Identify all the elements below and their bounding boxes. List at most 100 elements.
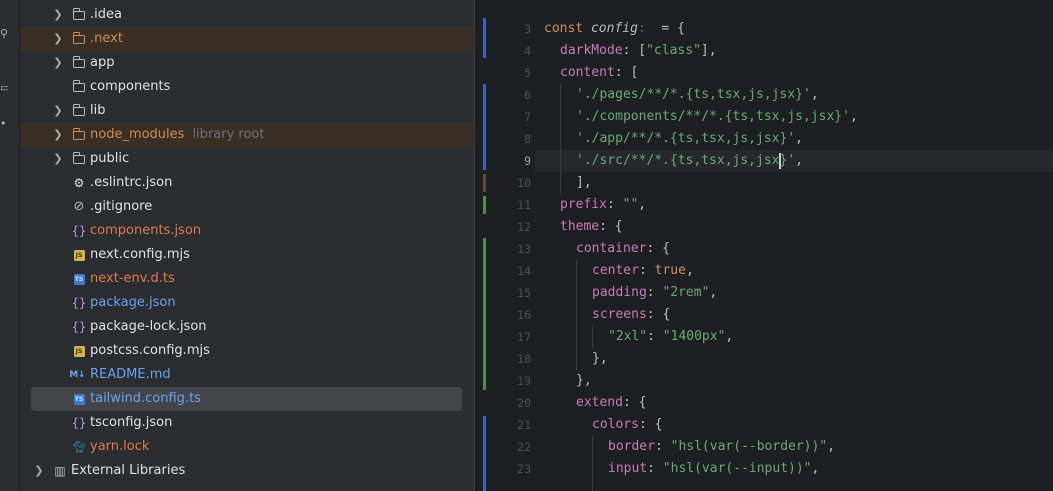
- tree-item-public[interactable]: ❯ public: [20, 147, 474, 171]
- line-number: 12: [517, 220, 531, 234]
- tree-item-label: tailwind.config.ts: [90, 391, 201, 406]
- tree-item-label: package.json: [90, 295, 176, 310]
- tree-item-label-group: node_modules library root: [90, 123, 264, 147]
- line-number: 9: [524, 154, 531, 168]
- line-number: 3: [524, 22, 531, 36]
- tree-item-label: README.md: [90, 367, 171, 382]
- line-number: 7: [524, 110, 531, 124]
- chevron-right-icon[interactable]: ❯: [51, 27, 65, 51]
- line-number: 4: [524, 44, 531, 58]
- code-line-current: './src/**/*.{ts,tsx,js,jsx}',: [576, 152, 803, 169]
- tree-item-label: tsconfig.json: [90, 415, 173, 430]
- line-number: 22: [517, 440, 531, 454]
- code-line: theme: {: [560, 219, 623, 234]
- structure-icon[interactable]: ▭: [0, 82, 8, 94]
- markdown-icon: M↓: [69, 370, 85, 380]
- tree-item-label: package-lock.json: [90, 319, 207, 334]
- line-number: 20: [517, 396, 531, 410]
- folder-icon: [72, 123, 86, 147]
- tree-item-node-modules[interactable]: ❯ node_modules library root: [20, 123, 474, 147]
- tree-item-label: yarn.lock: [90, 439, 150, 454]
- line-number: 19: [517, 374, 531, 388]
- code-line: container: {: [576, 241, 670, 256]
- tree-item-postcss-config[interactable]: JS postcss.config.mjs: [20, 339, 474, 363]
- tree-item-external-libraries[interactable]: ❯ ▥ External Libraries: [20, 459, 474, 483]
- tree-item-readme[interactable]: M↓ README.md: [20, 363, 474, 387]
- code-line: prefix: "",: [560, 197, 647, 212]
- tree-item-label: components.json: [90, 223, 202, 238]
- tree-item-components-json[interactable]: {} components.json: [20, 219, 474, 243]
- line-number: 17: [517, 330, 531, 344]
- line-number: 18: [517, 352, 531, 366]
- line-number: 11: [517, 198, 531, 212]
- tree-item-next[interactable]: ❯ .next: [20, 27, 474, 51]
- tree-item-tsconfig[interactable]: {} tsconfig.json: [20, 411, 474, 435]
- tree-item-package-json[interactable]: {} package.json: [20, 291, 474, 315]
- tree-item-next-env[interactable]: TS next-env.d.ts: [20, 267, 474, 291]
- tree-item-app[interactable]: ❯ app: [20, 51, 474, 75]
- tree-item-label: .gitignore: [90, 199, 153, 214]
- line-number: 14: [517, 264, 531, 278]
- chevron-right-icon[interactable]: ❯: [32, 459, 46, 483]
- line-number: 21: [517, 418, 531, 432]
- tree-item-idea[interactable]: ❯ .idea: [20, 3, 474, 27]
- tree-item-label: lib: [90, 103, 106, 118]
- chevron-right-icon[interactable]: ❯: [51, 99, 65, 123]
- line-number: 8: [524, 132, 531, 146]
- code-editor[interactable]: 3 4 5 6 7 8 9 10 11 12 13 14 15 16 17 18…: [475, 0, 1053, 491]
- code-line: padding: "2rem",: [592, 285, 718, 300]
- commit-icon[interactable]: ⚲: [0, 28, 8, 40]
- code-line: extend: {: [576, 395, 647, 410]
- tree-item-label: postcss.config.mjs: [90, 343, 210, 358]
- code-line: screens: {: [592, 307, 671, 322]
- tree-item-eslintrc[interactable]: ⚙ .eslintrc.json: [20, 171, 474, 195]
- line-number: 6: [524, 88, 531, 102]
- ts-file-icon: TS: [73, 393, 85, 405]
- tree-item-label: External Libraries: [71, 463, 186, 478]
- chevron-right-icon[interactable]: ❯: [51, 123, 65, 147]
- js-file-icon: JS: [72, 243, 86, 267]
- tree-item-label: next.config.mjs: [90, 247, 190, 262]
- tree-item-lib[interactable]: ❯ lib: [20, 99, 474, 123]
- json-icon: {}: [71, 320, 87, 334]
- tree-item-label: next-env.d.ts: [90, 271, 175, 286]
- gitignore-icon: ⊘: [73, 199, 85, 214]
- tree-item-package-lock[interactable]: {} package-lock.json: [20, 315, 474, 339]
- code-line: const config: = {: [544, 21, 685, 36]
- line-number: 10: [517, 176, 531, 190]
- chevron-right-icon[interactable]: ❯: [51, 51, 65, 75]
- tree-item-gitignore[interactable]: ⊘ .gitignore: [20, 195, 474, 219]
- tree-item-tailwind-config[interactable]: TS tailwind.config.ts: [31, 387, 462, 411]
- code-line: darkMode: ["class"],: [560, 43, 717, 58]
- line-number: 5: [524, 66, 531, 80]
- tree-item-label: public: [90, 151, 130, 166]
- more-icon[interactable]: •: [0, 118, 8, 130]
- tree-item-yarn-lock[interactable]: 🐈︎ yarn.lock: [20, 435, 474, 459]
- folder-icon: [72, 51, 86, 75]
- tree-item-label: .idea: [90, 7, 122, 22]
- library-root-hint: library root: [192, 127, 265, 142]
- code-line: center: true,: [592, 263, 694, 278]
- folder-icon: [72, 147, 86, 171]
- chevron-right-icon[interactable]: ❯: [51, 147, 65, 171]
- eslint-icon: ⚙: [73, 176, 85, 190]
- tree-item-label: node_modules: [90, 127, 185, 142]
- code-line: "2xl": "1400px",: [608, 329, 734, 344]
- line-number: 13: [517, 242, 531, 256]
- chevron-right-icon[interactable]: ❯: [51, 3, 65, 27]
- json-icon: {}: [71, 296, 87, 310]
- project-tree: ❯ .idea ❯ .next ❯ app components ❯ lib ❯…: [20, 0, 474, 491]
- code-line: },: [576, 373, 592, 388]
- folder-icon: [72, 75, 86, 99]
- tree-item-components[interactable]: components: [20, 75, 474, 99]
- code-line: './components/**/*.{ts,tsx,js,jsx}',: [576, 109, 858, 124]
- libraries-icon: ▥: [54, 464, 66, 478]
- tree-item-label: app: [90, 55, 115, 70]
- json-icon: {}: [71, 416, 87, 430]
- code-line: './pages/**/*.{ts,tsx,js,jsx}',: [576, 87, 819, 102]
- folder-icon: [72, 99, 86, 123]
- folder-icon: [72, 3, 86, 27]
- code-line: },: [592, 351, 608, 366]
- tree-item-next-config[interactable]: JS next.config.mjs: [20, 243, 474, 267]
- code-line: './app/**/*.{ts,tsx,js,jsx}',: [576, 131, 803, 146]
